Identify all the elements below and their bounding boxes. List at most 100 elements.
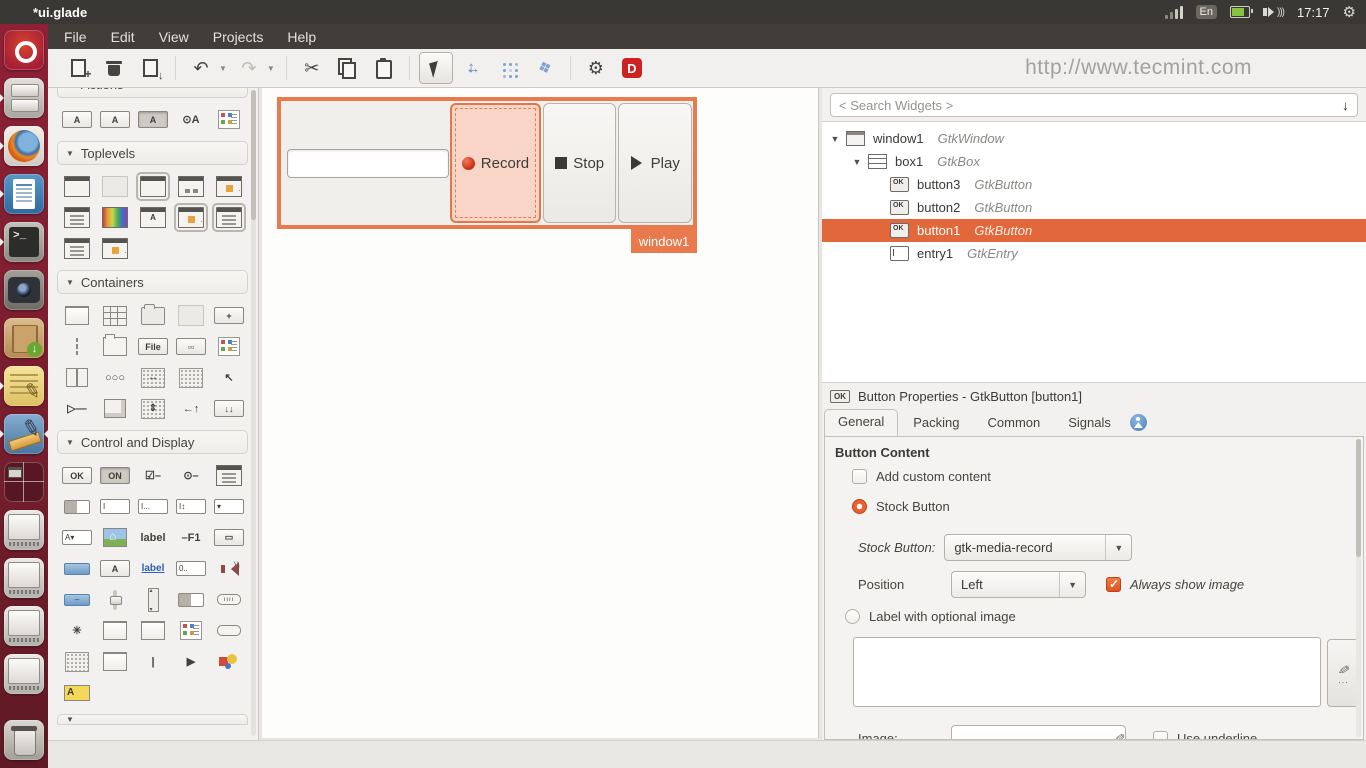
- properties-scrollbar[interactable]: [1356, 439, 1361, 737]
- palette-item-level-bar[interactable]: ıııı: [210, 584, 248, 615]
- accessibility-tab-icon[interactable]: [1130, 414, 1147, 431]
- palette-item-colored-label[interactable]: A: [58, 677, 96, 708]
- palette-item-fixed[interactable]: [172, 300, 210, 331]
- palette-item-arrow[interactable]: ▶: [172, 646, 210, 677]
- launcher-item-tomboy-notes[interactable]: [0, 362, 48, 410]
- launcher-item-terminal[interactable]: [0, 218, 48, 266]
- palette-item-image[interactable]: [96, 522, 134, 553]
- palette-item-recent-chooser-dialog[interactable]: [172, 202, 210, 233]
- open-project-button[interactable]: [98, 53, 130, 83]
- launcher-item-workspace-switcher[interactable]: [0, 458, 48, 506]
- tree-row-button1[interactable]: button1GtkButton: [822, 219, 1366, 242]
- palette-item-list-box[interactable]: [58, 331, 96, 362]
- palette-item-list-widget[interactable]: [96, 646, 134, 677]
- palette-item-separator[interactable]: [210, 615, 248, 646]
- redo-dropdown-icon[interactable]: ▼: [267, 64, 275, 73]
- palette-item-offscreen-window[interactable]: [96, 171, 134, 202]
- drag-resize-button[interactable]: ↔↕: [457, 53, 489, 83]
- launcher-item-libreoffice-writer[interactable]: [0, 170, 48, 218]
- palette-item-revealer[interactable]: ↓↓: [210, 393, 248, 424]
- paste-button[interactable]: [368, 53, 400, 83]
- palette-item-font-button[interactable]: A: [96, 553, 134, 584]
- palette-item-recent-action[interactable]: [210, 104, 248, 135]
- palette-item-accel-label[interactable]: –F1: [172, 522, 210, 553]
- palette-item-layout[interactable]: [172, 362, 210, 393]
- always-show-image-checkbox[interactable]: [1106, 577, 1121, 592]
- tab-signals[interactable]: Signals: [1055, 411, 1124, 436]
- palette-item-radio-button[interactable]: ⊙–: [172, 460, 210, 491]
- palette-item-menu-bar[interactable]: File: [134, 331, 172, 362]
- volume-icon[interactable]: ))): [1263, 7, 1284, 18]
- palette-item-window[interactable]: [58, 171, 96, 202]
- palette-item-dialog[interactable]: [134, 171, 172, 202]
- design-entry[interactable]: [287, 149, 449, 178]
- palette-item-separator-vertical[interactable]: |: [134, 646, 172, 677]
- palette-item-grid[interactable]: [96, 300, 134, 331]
- launcher-item-glade[interactable]: [0, 410, 48, 458]
- launcher-item-window-placeholder-1[interactable]: [0, 506, 48, 554]
- search-widgets-input[interactable]: < Search Widgets > ↓: [830, 93, 1358, 117]
- design-button-record[interactable]: Record: [450, 103, 541, 223]
- launcher-item-window-placeholder-4[interactable]: [0, 650, 48, 698]
- palette-item-entry[interactable]: I: [96, 491, 134, 522]
- palette-section-toplevels[interactable]: ▼Toplevels: [57, 141, 248, 165]
- undo-button[interactable]: ↶: [185, 53, 217, 83]
- devhelp-button[interactable]: D: [616, 53, 648, 83]
- redo-button[interactable]: ↷: [233, 53, 265, 83]
- palette-item-tree-view[interactable]: [134, 615, 172, 646]
- design-button-play[interactable]: Play: [618, 103, 692, 223]
- palette-item-scrolled-window[interactable]: [96, 393, 134, 424]
- design-window[interactable]: RecordStopPlaywindow1: [277, 97, 697, 229]
- stock-button-combobox[interactable]: gtk-media-record ▼: [944, 534, 1132, 561]
- palette-item-file-chooser-dialog[interactable]: [210, 202, 248, 233]
- palette-item-alignment[interactable]: +: [210, 300, 248, 331]
- tree-row-button2[interactable]: button2GtkButton: [822, 196, 1366, 219]
- palette-scrollbar[interactable]: [251, 90, 256, 736]
- palette-item-action-group[interactable]: A: [58, 104, 96, 135]
- palette-item-color-chooser-dialog[interactable]: [96, 202, 134, 233]
- palette-item-combo-box-text[interactable]: A▾: [58, 522, 96, 553]
- stock-button-radio[interactable]: [852, 499, 867, 514]
- palette-section-more[interactable]: ▼: [57, 714, 248, 725]
- palette-item-aspect-frame[interactable]: ↖: [210, 362, 248, 393]
- tree-row-window1[interactable]: ▼window1GtkWindow: [822, 127, 1366, 150]
- palette-item-expander[interactable]: ▷—: [58, 393, 96, 424]
- tree-row-entry1[interactable]: entry1GtkEntry: [822, 242, 1366, 265]
- clock[interactable]: 17:17: [1297, 5, 1330, 20]
- menu-file[interactable]: File: [64, 29, 87, 45]
- tab-common[interactable]: Common: [975, 411, 1054, 436]
- launcher-item-media-player[interactable]: [0, 266, 48, 314]
- palette-item-switch[interactable]: [58, 491, 96, 522]
- palette-item-toggle-action[interactable]: A: [134, 104, 172, 135]
- project-properties-button[interactable]: ⚙: [580, 53, 612, 83]
- palette-item-viewport[interactable]: ↔: [134, 362, 172, 393]
- palette-item-radio-action[interactable]: ⊙A: [172, 104, 210, 135]
- palette-item-menu-button[interactable]: [210, 460, 248, 491]
- palette-item-scrollbar[interactable]: [134, 584, 172, 615]
- menu-edit[interactable]: Edit: [111, 29, 135, 45]
- palette-item-message-dialog[interactable]: [210, 171, 248, 202]
- launcher-item-software-center[interactable]: [0, 314, 48, 362]
- palette-item-spinner[interactable]: ✳: [58, 615, 96, 646]
- menu-view[interactable]: View: [159, 29, 189, 45]
- network-signal-icon[interactable]: [1165, 6, 1183, 19]
- battery-icon[interactable]: [1230, 6, 1250, 18]
- copy-button[interactable]: [332, 53, 364, 83]
- palette-item-label[interactable]: label: [134, 522, 172, 553]
- launcher-item-window-placeholder-2[interactable]: [0, 554, 48, 602]
- launcher-item-window-placeholder-3[interactable]: [0, 602, 48, 650]
- palette-item-box[interactable]: [58, 300, 96, 331]
- palette-section-actions[interactable]: ▼Actions: [57, 88, 248, 98]
- session-menu-gear-icon[interactable]: ⚙: [1343, 5, 1356, 20]
- palette-item-check-button[interactable]: ☑–: [134, 460, 172, 491]
- palette-item-paned[interactable]: [58, 362, 96, 393]
- palette-item-switch-off[interactable]: [172, 584, 210, 615]
- palette-item-search-entry[interactable]: I...: [134, 491, 172, 522]
- palette-item-button[interactable]: OK: [58, 460, 96, 491]
- undo-dropdown-icon[interactable]: ▼: [219, 64, 227, 73]
- palette-item-drawing-area[interactable]: [210, 646, 248, 677]
- tab-general[interactable]: General: [824, 409, 898, 436]
- design-canvas[interactable]: RecordStopPlaywindow1: [262, 88, 819, 738]
- palette-item-toggle-button[interactable]: ON: [96, 460, 134, 491]
- label-with-image-radio[interactable]: [845, 609, 860, 624]
